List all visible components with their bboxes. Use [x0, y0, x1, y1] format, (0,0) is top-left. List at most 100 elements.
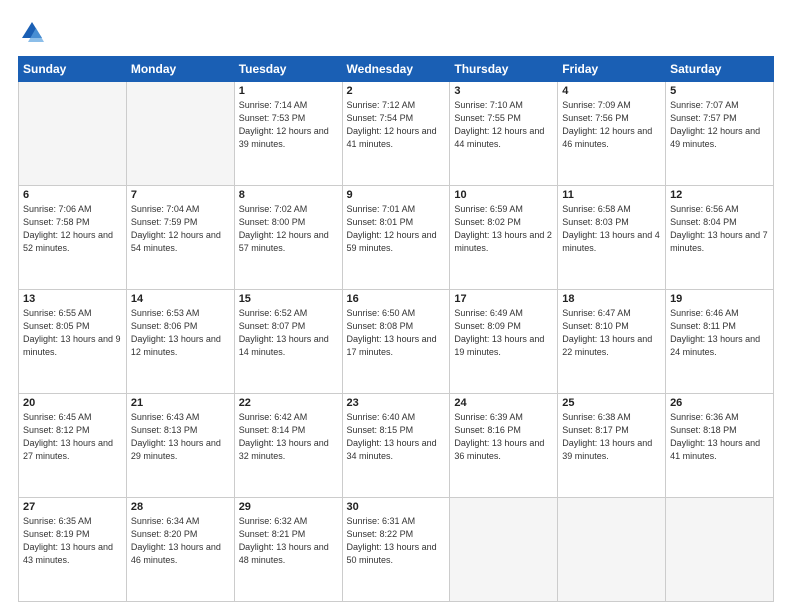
- logo: [18, 18, 50, 46]
- day-info: Sunrise: 6:55 AM Sunset: 8:05 PM Dayligh…: [23, 307, 122, 359]
- week-row-5: 27 Sunrise: 6:35 AM Sunset: 8:19 PM Dayli…: [19, 498, 774, 602]
- calendar-body: 1 Sunrise: 7:14 AM Sunset: 7:53 PM Daylig…: [19, 82, 774, 602]
- day-cell: 8 Sunrise: 7:02 AM Sunset: 8:00 PM Daylig…: [234, 186, 342, 290]
- day-info: Sunrise: 6:49 AM Sunset: 8:09 PM Dayligh…: [454, 307, 553, 359]
- day-number: 29: [239, 501, 338, 513]
- day-info: Sunrise: 6:43 AM Sunset: 8:13 PM Dayligh…: [131, 411, 230, 463]
- day-info: Sunrise: 6:34 AM Sunset: 8:20 PM Dayligh…: [131, 515, 230, 567]
- day-cell: 12Sunrise: 6:56 AM Sunset: 8:04 PM Dayli…: [666, 186, 774, 290]
- weekday-header-friday: Friday: [558, 57, 666, 82]
- day-info: Sunrise: 7:12 AM Sunset: 7:54 PM Dayligh…: [347, 99, 446, 151]
- day-info: Sunrise: 7:07 AM Sunset: 7:57 PM Dayligh…: [670, 99, 769, 151]
- day-number: 2: [347, 85, 446, 97]
- day-number: 1: [239, 85, 338, 97]
- calendar-table: SundayMondayTuesdayWednesdayThursdayFrid…: [18, 56, 774, 602]
- day-number: 27: [23, 501, 122, 513]
- day-info: Sunrise: 6:52 AM Sunset: 8:07 PM Dayligh…: [239, 307, 338, 359]
- day-cell: 22 Sunrise: 6:42 AM Sunset: 8:14 PM Dayli…: [234, 394, 342, 498]
- day-cell: 16 Sunrise: 6:50 AM Sunset: 8:08 PM Dayli…: [342, 290, 450, 394]
- day-info: Sunrise: 7:04 AM Sunset: 7:59 PM Dayligh…: [131, 203, 230, 255]
- day-number: 14: [131, 293, 230, 305]
- week-row-4: 20Sunrise: 6:45 AM Sunset: 8:12 PM Dayli…: [19, 394, 774, 498]
- day-info: Sunrise: 6:53 AM Sunset: 8:06 PM Dayligh…: [131, 307, 230, 359]
- day-cell: [558, 498, 666, 602]
- day-number: 25: [562, 397, 661, 409]
- weekday-header-saturday: Saturday: [666, 57, 774, 82]
- day-number: 15: [239, 293, 338, 305]
- day-number: 24: [454, 397, 553, 409]
- day-number: 22: [239, 397, 338, 409]
- day-number: 11: [562, 189, 661, 201]
- day-number: 6: [23, 189, 122, 201]
- day-cell: 1 Sunrise: 7:14 AM Sunset: 7:53 PM Daylig…: [234, 82, 342, 186]
- day-cell: 14 Sunrise: 6:53 AM Sunset: 8:06 PM Dayli…: [126, 290, 234, 394]
- day-cell: 11 Sunrise: 6:58 AM Sunset: 8:03 PM Dayli…: [558, 186, 666, 290]
- calendar-header: SundayMondayTuesdayWednesdayThursdayFrid…: [19, 57, 774, 82]
- day-number: 10: [454, 189, 553, 201]
- day-cell: 29 Sunrise: 6:32 AM Sunset: 8:21 PM Dayli…: [234, 498, 342, 602]
- day-number: 18: [562, 293, 661, 305]
- day-cell: 23 Sunrise: 6:40 AM Sunset: 8:15 PM Dayli…: [342, 394, 450, 498]
- header: [18, 18, 774, 46]
- day-number: 30: [347, 501, 446, 513]
- day-number: 5: [670, 85, 769, 97]
- day-cell: 15 Sunrise: 6:52 AM Sunset: 8:07 PM Dayli…: [234, 290, 342, 394]
- day-info: Sunrise: 6:59 AM Sunset: 8:02 PM Dayligh…: [454, 203, 553, 255]
- day-info: Sunrise: 7:09 AM Sunset: 7:56 PM Dayligh…: [562, 99, 661, 151]
- week-row-3: 13 Sunrise: 6:55 AM Sunset: 8:05 PM Dayli…: [19, 290, 774, 394]
- day-info: Sunrise: 6:32 AM Sunset: 8:21 PM Dayligh…: [239, 515, 338, 567]
- day-info: Sunrise: 7:01 AM Sunset: 8:01 PM Dayligh…: [347, 203, 446, 255]
- day-cell: 21 Sunrise: 6:43 AM Sunset: 8:13 PM Dayli…: [126, 394, 234, 498]
- day-info: Sunrise: 6:42 AM Sunset: 8:14 PM Dayligh…: [239, 411, 338, 463]
- day-cell: 5 Sunrise: 7:07 AM Sunset: 7:57 PM Daylig…: [666, 82, 774, 186]
- day-info: Sunrise: 6:47 AM Sunset: 8:10 PM Dayligh…: [562, 307, 661, 359]
- day-cell: 10 Sunrise: 6:59 AM Sunset: 8:02 PM Dayli…: [450, 186, 558, 290]
- weekday-header-thursday: Thursday: [450, 57, 558, 82]
- day-cell: 6 Sunrise: 7:06 AM Sunset: 7:58 PM Daylig…: [19, 186, 127, 290]
- week-row-1: 1 Sunrise: 7:14 AM Sunset: 7:53 PM Daylig…: [19, 82, 774, 186]
- day-cell: 25Sunrise: 6:38 AM Sunset: 8:17 PM Dayli…: [558, 394, 666, 498]
- day-number: 3: [454, 85, 553, 97]
- day-info: Sunrise: 7:06 AM Sunset: 7:58 PM Dayligh…: [23, 203, 122, 255]
- day-cell: 20Sunrise: 6:45 AM Sunset: 8:12 PM Dayli…: [19, 394, 127, 498]
- day-number: 26: [670, 397, 769, 409]
- day-cell: 4 Sunrise: 7:09 AM Sunset: 7:56 PM Daylig…: [558, 82, 666, 186]
- day-info: Sunrise: 6:31 AM Sunset: 8:22 PM Dayligh…: [347, 515, 446, 567]
- day-number: 17: [454, 293, 553, 305]
- day-cell: 9 Sunrise: 7:01 AM Sunset: 8:01 PM Daylig…: [342, 186, 450, 290]
- day-info: Sunrise: 6:36 AM Sunset: 8:18 PM Dayligh…: [670, 411, 769, 463]
- day-cell: 2 Sunrise: 7:12 AM Sunset: 7:54 PM Daylig…: [342, 82, 450, 186]
- day-number: 23: [347, 397, 446, 409]
- logo-icon: [18, 18, 46, 46]
- day-info: Sunrise: 6:46 AM Sunset: 8:11 PM Dayligh…: [670, 307, 769, 359]
- day-number: 19: [670, 293, 769, 305]
- day-number: 4: [562, 85, 661, 97]
- day-cell: 17 Sunrise: 6:49 AM Sunset: 8:09 PM Dayli…: [450, 290, 558, 394]
- day-cell: 13 Sunrise: 6:55 AM Sunset: 8:05 PM Dayli…: [19, 290, 127, 394]
- week-row-2: 6 Sunrise: 7:06 AM Sunset: 7:58 PM Daylig…: [19, 186, 774, 290]
- day-info: Sunrise: 6:40 AM Sunset: 8:15 PM Dayligh…: [347, 411, 446, 463]
- day-cell: [126, 82, 234, 186]
- day-info: Sunrise: 7:10 AM Sunset: 7:55 PM Dayligh…: [454, 99, 553, 151]
- day-number: 9: [347, 189, 446, 201]
- day-cell: 3 Sunrise: 7:10 AM Sunset: 7:55 PM Daylig…: [450, 82, 558, 186]
- day-info: Sunrise: 6:58 AM Sunset: 8:03 PM Dayligh…: [562, 203, 661, 255]
- day-number: 21: [131, 397, 230, 409]
- day-info: Sunrise: 6:35 AM Sunset: 8:19 PM Dayligh…: [23, 515, 122, 567]
- day-info: Sunrise: 6:39 AM Sunset: 8:16 PM Dayligh…: [454, 411, 553, 463]
- day-info: Sunrise: 6:56 AM Sunset: 8:04 PM Dayligh…: [670, 203, 769, 255]
- day-info: Sunrise: 6:50 AM Sunset: 8:08 PM Dayligh…: [347, 307, 446, 359]
- weekday-header-sunday: Sunday: [19, 57, 127, 82]
- day-cell: 27 Sunrise: 6:35 AM Sunset: 8:19 PM Dayli…: [19, 498, 127, 602]
- day-number: 28: [131, 501, 230, 513]
- page: SundayMondayTuesdayWednesdayThursdayFrid…: [0, 0, 792, 612]
- day-cell: 19 Sunrise: 6:46 AM Sunset: 8:11 PM Dayli…: [666, 290, 774, 394]
- day-number: 13: [23, 293, 122, 305]
- day-info: Sunrise: 7:02 AM Sunset: 8:00 PM Dayligh…: [239, 203, 338, 255]
- day-number: 16: [347, 293, 446, 305]
- day-number: 8: [239, 189, 338, 201]
- weekday-header-monday: Monday: [126, 57, 234, 82]
- day-info: Sunrise: 7:14 AM Sunset: 7:53 PM Dayligh…: [239, 99, 338, 151]
- day-cell: 24 Sunrise: 6:39 AM Sunset: 8:16 PM Dayli…: [450, 394, 558, 498]
- day-cell: 7Sunrise: 7:04 AM Sunset: 7:59 PM Daylig…: [126, 186, 234, 290]
